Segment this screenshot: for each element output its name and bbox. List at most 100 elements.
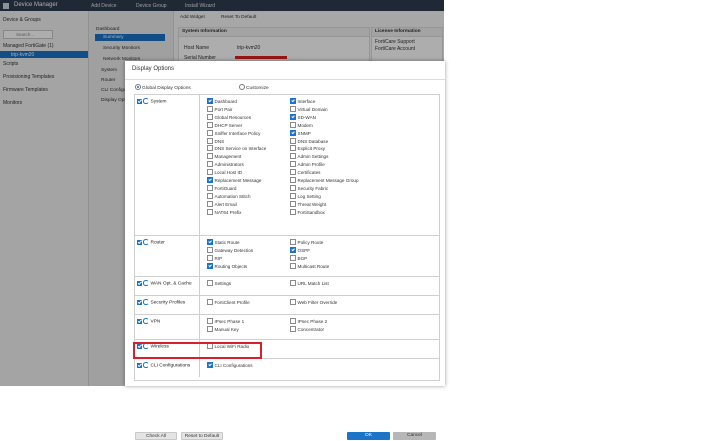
checkbox-icon[interactable]	[290, 137, 296, 144]
option-snmp[interactable]: SNMP	[290, 129, 311, 136]
checkbox-icon[interactable]	[207, 129, 213, 136]
checkbox-icon[interactable]	[137, 299, 142, 305]
option-ospf[interactable]: OSPF	[290, 246, 310, 253]
option-settings[interactable]: Settings	[207, 280, 231, 286]
category-checkbox[interactable]: System	[137, 98, 167, 105]
checkbox-icon[interactable]	[290, 299, 296, 305]
option-concentrator[interactable]: Concentrator	[290, 325, 324, 332]
option-dns-service-on-interface[interactable]: DNS Service on Interface	[207, 145, 266, 152]
option-replacement-message-group[interactable]: Replacement Message Group	[290, 177, 359, 183]
checkbox-icon[interactable]	[290, 192, 296, 199]
checkbox-icon[interactable]	[207, 105, 213, 112]
checkbox-icon[interactable]	[137, 239, 142, 245]
reset-to-default-button[interactable]: Reset to Default	[181, 432, 223, 440]
option-ipsec-phase-1[interactable]: IPsec Phase 1	[207, 318, 244, 324]
checkbox-icon[interactable]	[207, 184, 213, 191]
option-virtual-domain[interactable]: Virtual Domain	[290, 105, 328, 112]
option-gateway-detection[interactable]: Gateway Detection	[207, 246, 253, 253]
option-multicast-route[interactable]: Multicast Route	[290, 262, 329, 269]
checkbox-icon[interactable]	[207, 153, 213, 160]
option-explicit-proxy[interactable]: Explicit Proxy	[290, 145, 325, 152]
checkbox-icon[interactable]	[290, 169, 296, 176]
option-policy-route[interactable]: Policy Route	[290, 239, 323, 245]
option-static-route[interactable]: Static Route	[207, 239, 240, 245]
category-checkbox[interactable]: Security Profiles	[137, 299, 185, 306]
option-bgp[interactable]: BGP	[290, 254, 307, 261]
checkbox-icon[interactable]	[290, 200, 296, 207]
checkbox-icon[interactable]	[207, 113, 213, 120]
checkbox-icon[interactable]	[207, 161, 213, 168]
option-fortiguard[interactable]: FortiGuard	[207, 184, 236, 191]
checkbox-icon[interactable]	[207, 325, 213, 332]
option-dns[interactable]: DNS	[207, 137, 224, 144]
checkbox-icon[interactable]	[207, 254, 213, 261]
checkbox-icon[interactable]	[290, 105, 296, 112]
checkbox-icon[interactable]	[207, 362, 213, 368]
checkbox-icon[interactable]	[290, 208, 296, 215]
checkbox-icon[interactable]	[290, 145, 296, 152]
option-web-filter-override[interactable]: Web Filter Override	[290, 299, 337, 305]
checkbox-icon[interactable]	[207, 239, 213, 245]
option-admin-settings[interactable]: Admin Settings	[290, 153, 328, 160]
checkbox-icon[interactable]	[290, 280, 296, 286]
category-checkbox[interactable]: WAN Opt. & Cache	[137, 280, 192, 287]
option-sniffer-interface-policy[interactable]: Sniffer Interface Policy	[207, 129, 260, 136]
option-nat64-prefix[interactable]: NAT64 Prefix	[207, 208, 241, 215]
option-alert-email[interactable]: Alert Email	[207, 200, 237, 207]
option-forticlient-profile[interactable]: FortiClient Profile	[207, 299, 250, 305]
option-cli-configurations[interactable]: CLI Configurations	[207, 362, 253, 368]
option-local-host-id[interactable]: Local Host ID	[207, 169, 242, 175]
radio-customize[interactable]: Customize	[239, 84, 269, 91]
checkbox-icon[interactable]	[290, 318, 296, 324]
checkbox-icon[interactable]	[290, 177, 296, 183]
checkbox-icon[interactable]	[137, 362, 142, 368]
checkbox-icon[interactable]	[137, 98, 142, 104]
option-admin-profile[interactable]: Admin Profile	[290, 161, 325, 167]
option-certificates[interactable]: Certificates	[290, 169, 320, 175]
option-url-match-list[interactable]: URL Match List	[290, 280, 329, 286]
ok-button[interactable]: OK	[347, 432, 390, 440]
checkbox-icon[interactable]	[207, 299, 213, 305]
checkbox-icon[interactable]	[290, 121, 296, 128]
checkbox-icon[interactable]	[290, 246, 296, 253]
checkbox-icon[interactable]	[207, 145, 213, 152]
checkbox-icon[interactable]	[290, 98, 296, 104]
checkbox-icon[interactable]	[207, 98, 213, 104]
option-rip[interactable]: RIP	[207, 254, 222, 261]
option-management[interactable]: Management	[207, 153, 241, 160]
checkbox-icon[interactable]	[290, 239, 296, 245]
checkbox-icon[interactable]	[207, 200, 213, 207]
option-modem[interactable]: Modem	[290, 121, 313, 128]
checkbox-icon[interactable]	[290, 129, 296, 136]
category-checkbox[interactable]: CLI Configurations	[137, 362, 190, 369]
checkbox-icon[interactable]	[290, 325, 296, 332]
option-global-resources[interactable]: Global Resources	[207, 113, 251, 120]
option-automation-stitch[interactable]: Automation Stitch	[207, 192, 251, 199]
checkbox-icon[interactable]	[290, 262, 296, 269]
checkbox-icon[interactable]	[207, 280, 213, 286]
option-routing-objects[interactable]: Routing Objects	[207, 262, 247, 269]
checkbox-icon[interactable]	[207, 177, 213, 183]
option-security-fabric[interactable]: Security Fabric	[290, 184, 328, 191]
option-manual-key[interactable]: Manual Key	[207, 325, 239, 332]
checkbox-icon[interactable]	[290, 153, 296, 160]
option-replacement-message[interactable]: Replacement Message	[207, 177, 261, 183]
checkbox-icon[interactable]	[207, 137, 213, 144]
option-threat-weight[interactable]: Threat Weight	[290, 200, 326, 207]
option-interface[interactable]: Interface	[290, 98, 315, 104]
check-all-button[interactable]: Check All	[135, 432, 177, 440]
option-log-setting[interactable]: Log Setting	[290, 192, 321, 199]
option-fortisandbox[interactable]: FortiSandbox	[290, 208, 325, 215]
checkbox-icon[interactable]	[207, 121, 213, 128]
checkbox-icon[interactable]	[207, 192, 213, 199]
checkbox-icon[interactable]	[290, 161, 296, 168]
option-sd-wan[interactable]: SD-WAN	[290, 113, 316, 120]
radio-global-display-options[interactable]: Global Display Options	[135, 84, 191, 91]
option-dns-database[interactable]: DNS Database	[290, 137, 328, 144]
checkbox-icon[interactable]	[290, 184, 296, 191]
checkbox-icon[interactable]	[290, 254, 296, 261]
checkbox-icon[interactable]	[207, 318, 213, 324]
checkbox-icon[interactable]	[207, 262, 213, 269]
checkbox-icon[interactable]	[207, 246, 213, 253]
checkbox-icon[interactable]	[207, 208, 213, 215]
